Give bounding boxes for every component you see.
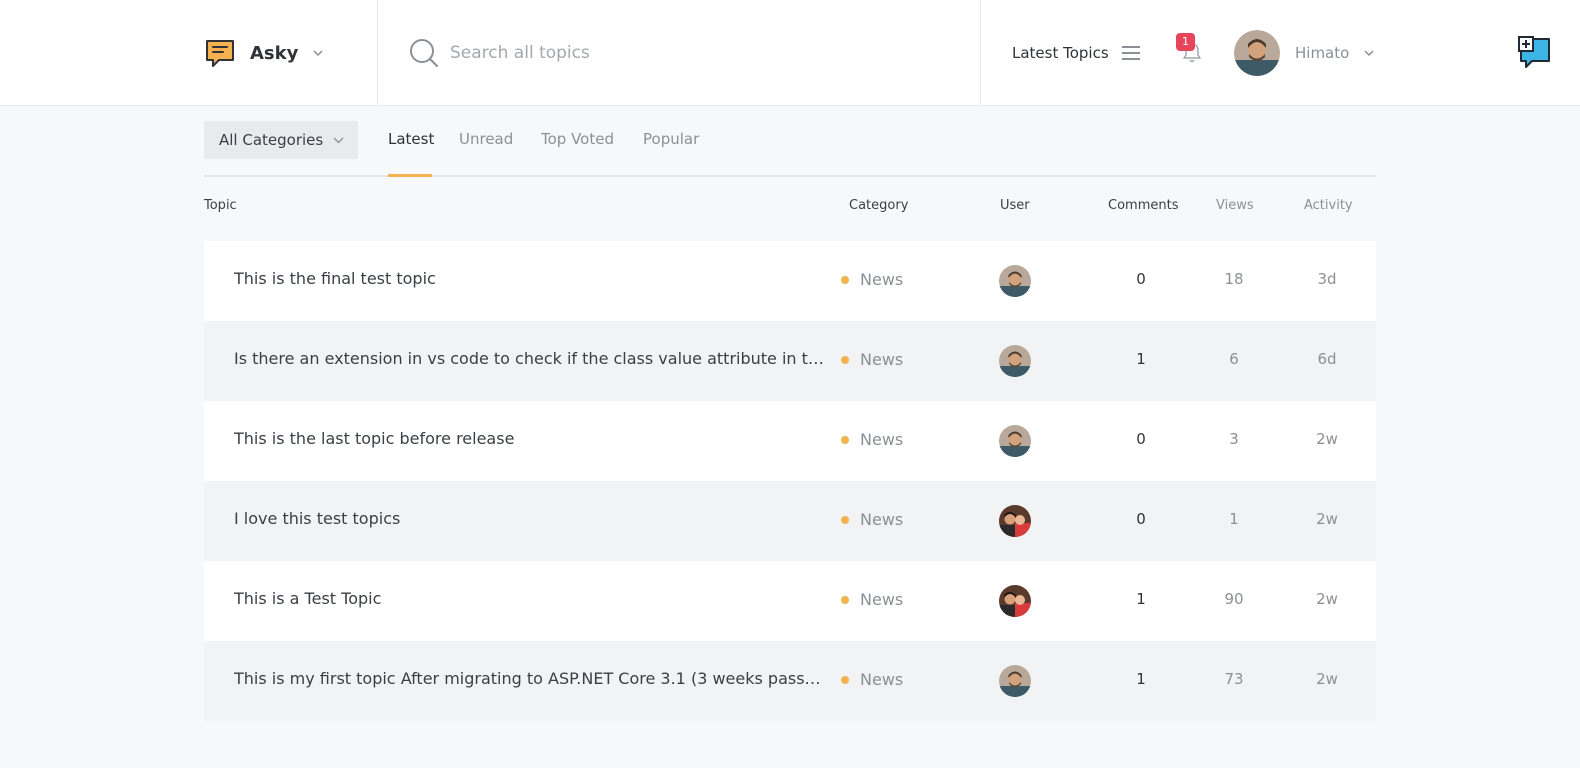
views-count: 3 [1229, 430, 1239, 448]
comments-count: 1 [1136, 590, 1146, 608]
column-comments: Comments [1108, 198, 1179, 213]
activity-time: 2w [1316, 510, 1338, 528]
category-label: News [860, 590, 904, 609]
couple-avatar[interactable] [999, 505, 1031, 537]
category-label: News [860, 510, 904, 529]
category-dot [841, 435, 849, 444]
man-avatar[interactable] [999, 265, 1031, 297]
column-user: User [1000, 198, 1030, 213]
latest-topics-button[interactable]: Latest Topics [1012, 38, 1141, 68]
tab-popular[interactable]: Popular [643, 130, 699, 148]
column-views: Views [1216, 198, 1254, 213]
header-divider [377, 0, 378, 106]
man-avatar[interactable] [999, 665, 1031, 697]
latest-topics-label: Latest Topics [1012, 44, 1109, 62]
category-select[interactable]: All Categories [204, 121, 358, 159]
table-header: Topic Category User Comments Views Activ… [204, 198, 1376, 222]
category-label: News [860, 350, 904, 369]
activity-time: 2w [1316, 430, 1338, 448]
category-tag[interactable]: News [841, 350, 903, 369]
tabs-divider [204, 175, 1376, 177]
tab-latest[interactable]: Latest [388, 130, 434, 148]
category-tag[interactable]: News [841, 670, 903, 689]
tab-top-voted[interactable]: Top Voted [541, 130, 614, 148]
filter-bar: All Categories Latest Unread Top Voted P… [204, 121, 1376, 177]
views-count: 18 [1224, 270, 1244, 288]
chat-bubble-logo-icon [206, 40, 234, 67]
notifications-button[interactable]: 1 [1176, 32, 1212, 72]
category-dot [841, 515, 849, 524]
column-category: Category [849, 198, 909, 213]
activity-time: 2w [1316, 670, 1338, 688]
tab-unread[interactable]: Unread [459, 130, 513, 148]
category-dot [841, 595, 849, 604]
table-row[interactable]: Is there an extension in vs code to chec… [204, 321, 1376, 401]
topic-title-link[interactable]: Is there an extension in vs code to chec… [234, 349, 824, 368]
comments-count: 0 [1136, 270, 1146, 288]
category-dot [841, 675, 849, 684]
topic-title-link[interactable]: This is my first topic After migrating t… [234, 669, 824, 688]
activity-time: 6d [1317, 350, 1337, 368]
table-row[interactable]: This is my first topic After migrating t… [204, 641, 1376, 721]
activity-time: 2w [1316, 590, 1338, 608]
man-avatar[interactable] [999, 425, 1031, 457]
category-tag[interactable]: News [841, 510, 903, 529]
topic-title-link[interactable]: This is a Test Topic [234, 589, 824, 608]
views-count: 6 [1229, 350, 1239, 368]
chevron-down-icon [333, 137, 344, 144]
table-row[interactable]: This is a Test Topic News 1 90 2w [204, 561, 1376, 641]
comments-count: 0 [1136, 430, 1146, 448]
user-name: Himato [1295, 44, 1350, 62]
topic-list: This is the final test topic News 0 18 3… [204, 241, 1376, 721]
topic-title-link[interactable]: I love this test topics [234, 509, 824, 528]
top-header: Asky Latest Topics 1 [0, 0, 1580, 106]
category-label: News [860, 270, 904, 289]
couple-avatar[interactable] [999, 585, 1031, 617]
column-topic: Topic [204, 198, 237, 213]
brand-name: Asky [250, 42, 299, 64]
views-count: 73 [1224, 670, 1244, 688]
man-avatar[interactable] [999, 345, 1031, 377]
table-row[interactable]: I love this test topics News 0 1 2w [204, 481, 1376, 561]
category-dot [841, 355, 849, 364]
comments-count: 1 [1136, 670, 1146, 688]
column-activity: Activity [1304, 198, 1353, 213]
category-tag[interactable]: News [841, 590, 903, 609]
user-menu[interactable]: Himato [1234, 30, 1375, 76]
category-tag[interactable]: News [841, 270, 903, 289]
brand-menu[interactable]: Asky [204, 36, 324, 70]
search-box [408, 36, 948, 70]
activity-time: 3d [1317, 270, 1337, 288]
header-divider [980, 0, 981, 106]
category-label: News [860, 670, 904, 689]
new-topic-icon[interactable] [1518, 36, 1552, 70]
comments-count: 1 [1136, 350, 1146, 368]
search-input[interactable] [450, 43, 930, 63]
menu-icon [1121, 46, 1140, 60]
category-label: News [860, 430, 904, 449]
notification-badge: 1 [1176, 33, 1195, 51]
chevron-down-icon [313, 50, 323, 57]
views-count: 90 [1224, 590, 1244, 608]
category-select-label: All Categories [219, 131, 324, 149]
search-icon[interactable] [408, 37, 440, 69]
topic-title-link[interactable]: This is the final test topic [234, 269, 824, 288]
avatar [1234, 30, 1280, 76]
category-dot [841, 275, 849, 284]
table-row[interactable]: This is the final test topic News 0 18 3… [204, 241, 1376, 321]
table-row[interactable]: This is the last topic before release Ne… [204, 401, 1376, 481]
views-count: 1 [1229, 510, 1239, 528]
category-tag[interactable]: News [841, 430, 903, 449]
comments-count: 0 [1136, 510, 1146, 528]
chevron-down-icon [1364, 50, 1374, 57]
active-tab-indicator [388, 174, 432, 177]
topic-title-link[interactable]: This is the last topic before release [234, 429, 824, 448]
